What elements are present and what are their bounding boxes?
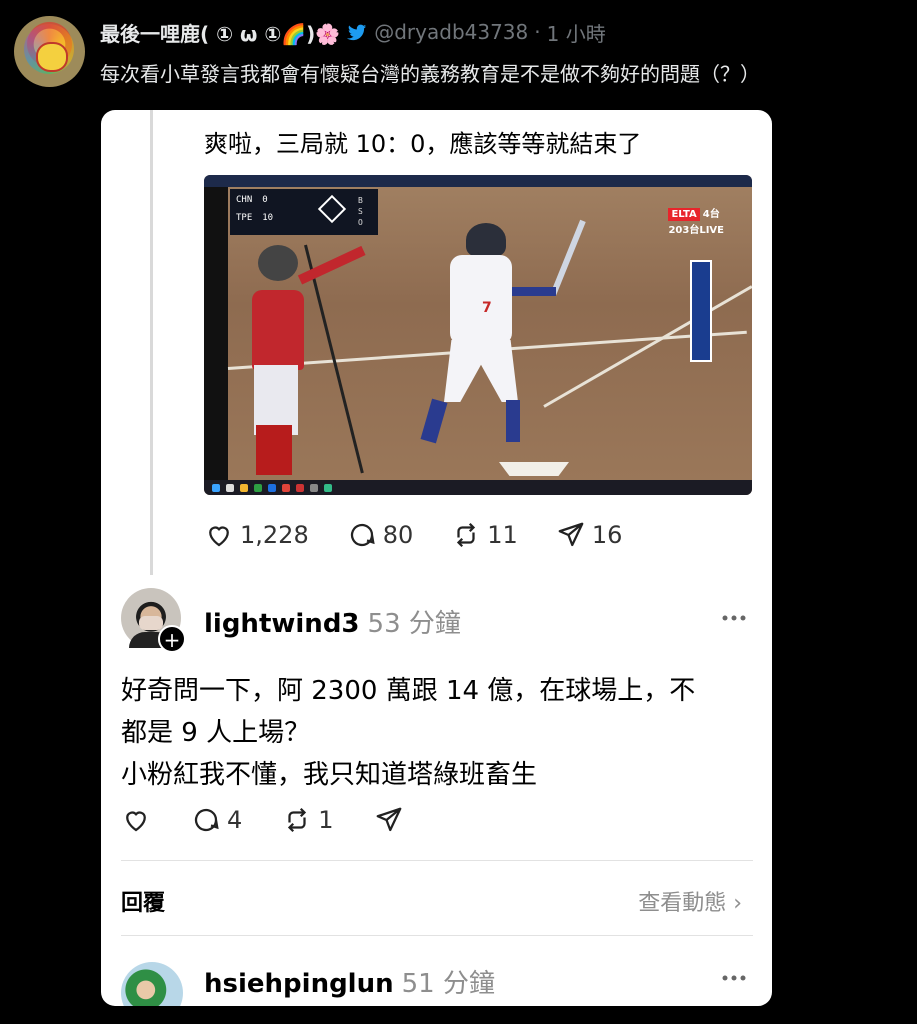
tweet-avatar[interactable] bbox=[14, 16, 85, 87]
bso-strike: S bbox=[358, 207, 363, 216]
score-row-home: TPE 10 bbox=[236, 213, 273, 223]
comment-line: 小粉紅我不懂，我只知道塔綠班畜生 bbox=[121, 760, 538, 790]
comment-share-button[interactable] bbox=[374, 805, 404, 835]
share-icon bbox=[376, 807, 401, 832]
catcher-helmet bbox=[258, 245, 298, 281]
tweet-header: 最後一哩鹿( ① ω ①🌈)🌸 @dryadb43738 · 1 小時 bbox=[100, 17, 606, 47]
comment-actions: 4 1 bbox=[121, 805, 444, 835]
tweet-time[interactable]: 1 小時 bbox=[547, 18, 606, 47]
thread-line bbox=[150, 110, 153, 575]
search-icon bbox=[226, 483, 234, 492]
comment-icon bbox=[194, 808, 219, 832]
comment-repost-button[interactable]: 1 bbox=[282, 805, 334, 835]
video-left-border bbox=[204, 187, 228, 480]
repost-stat[interactable]: 11 bbox=[451, 520, 518, 550]
bases-diamond bbox=[317, 194, 347, 224]
next-comment-username[interactable]: hsiehpinglun bbox=[204, 969, 394, 999]
elta-logo: ELTA bbox=[668, 208, 700, 221]
comment-line: 都是 9 人上場？ bbox=[121, 718, 311, 748]
share-count: 16 bbox=[591, 521, 623, 549]
baseball-video-frame[interactable]: 7 CHN 0 TPE 10 B S O ELTA 4台 203台LIVE bbox=[204, 175, 752, 495]
windows-taskbar bbox=[204, 480, 752, 495]
twitter-bird-icon bbox=[347, 24, 367, 41]
app-icon bbox=[310, 483, 318, 492]
comment-username-row: lightwind3 53 分鐘 bbox=[204, 603, 461, 640]
comment-username[interactable]: lightwind3 bbox=[204, 609, 360, 639]
chrome-icon bbox=[254, 483, 262, 492]
tweet-handle[interactable]: @dryadb43738 bbox=[374, 20, 528, 44]
repost-count: 11 bbox=[487, 521, 518, 549]
batter-helmet bbox=[466, 223, 506, 257]
start-icon bbox=[212, 483, 220, 492]
tweet-display-name[interactable]: 最後一哩鹿( ① ω ①🌈)🌸 bbox=[100, 18, 340, 47]
like-stat[interactable]: 1,228 bbox=[204, 520, 309, 550]
broadcast-logo: ELTA 4台 203台LIVE bbox=[668, 205, 724, 236]
repost-icon bbox=[288, 807, 307, 833]
threads-screenshot-card[interactable]: 爽啦，三局就 10：0，應該等等就結束了 7 CHN 0 TPE 10 B S … bbox=[101, 110, 772, 1006]
comment-stat[interactable]: 80 bbox=[347, 520, 414, 550]
comment-time: 53 分鐘 bbox=[367, 609, 461, 639]
team-score: 10 bbox=[262, 213, 274, 223]
app-icon bbox=[296, 483, 304, 492]
edge-icon bbox=[268, 483, 276, 492]
reply-label: 回覆 bbox=[121, 891, 166, 916]
comment-line: 好奇問一下，阿 2300 萬跟 14 億，在球場上，不 bbox=[121, 676, 696, 706]
tweet-separator: · bbox=[534, 20, 541, 44]
tweet-text: 每次看小草發言我都會有懷疑台灣的義務教育是不是做不夠好的問題（？） bbox=[100, 62, 760, 86]
more-icon[interactable] bbox=[721, 615, 747, 621]
bso-ball: B bbox=[358, 196, 363, 205]
comment-icon bbox=[350, 523, 375, 547]
team-score: 0 bbox=[262, 195, 268, 205]
more-icon[interactable] bbox=[721, 975, 747, 981]
bso-counter: B S O bbox=[358, 195, 363, 228]
home-plate bbox=[499, 462, 569, 476]
like-count: 1,228 bbox=[240, 521, 309, 549]
next-comment-time: 51 分鐘 bbox=[401, 969, 495, 999]
scoreboard: CHN 0 TPE 10 B S O bbox=[230, 189, 378, 235]
batter-sock-right bbox=[506, 400, 520, 442]
catcher-body bbox=[252, 290, 304, 370]
team-name: TPE bbox=[236, 213, 253, 223]
follow-plus-button[interactable]: + bbox=[158, 625, 186, 653]
avatar-mask bbox=[139, 616, 163, 630]
divider bbox=[121, 935, 753, 936]
repost-icon bbox=[457, 522, 476, 548]
comment-reply-count: 4 bbox=[227, 806, 243, 834]
divider bbox=[121, 860, 753, 861]
heart-icon bbox=[209, 526, 229, 547]
channel-live: 203台LIVE bbox=[668, 225, 724, 236]
catcher-shin-guards bbox=[256, 425, 292, 475]
team-name: CHN bbox=[236, 195, 253, 205]
share-stat[interactable]: 16 bbox=[556, 520, 623, 550]
tournament-banner bbox=[690, 260, 712, 362]
post-text: 爽啦，三局就 10：0，應該等等就結束了 bbox=[204, 130, 642, 158]
app-icon bbox=[282, 483, 290, 492]
bso-out: O bbox=[358, 218, 363, 227]
batter-number: 7 bbox=[482, 300, 492, 316]
comment-text: 好奇問一下，阿 2300 萬跟 14 億，在球場上，不 都是 9 人上場？ 小粉… bbox=[121, 670, 695, 796]
folder-icon bbox=[240, 483, 248, 492]
next-comment-username-row: hsiehpinglun 51 分鐘 bbox=[204, 963, 495, 1000]
comment-repost-count: 1 bbox=[318, 806, 334, 834]
share-icon bbox=[558, 522, 584, 547]
browser-bar bbox=[204, 175, 752, 187]
comment-reply-button[interactable]: 4 bbox=[191, 805, 242, 835]
avatar-character bbox=[36, 42, 68, 72]
channel-number: 4台 bbox=[702, 209, 720, 220]
app-icon bbox=[324, 483, 332, 492]
post-stats: 1,228 80 11 16 bbox=[204, 520, 660, 550]
next-comment-avatar[interactable] bbox=[121, 962, 183, 1006]
comment-count: 80 bbox=[382, 521, 414, 549]
comment-like-button[interactable] bbox=[121, 805, 151, 835]
score-row-away: CHN 0 bbox=[236, 195, 268, 205]
view-activity-link[interactable]: 查看動態 › bbox=[638, 885, 742, 917]
batter-jersey bbox=[450, 255, 512, 345]
heart-icon bbox=[126, 811, 146, 832]
